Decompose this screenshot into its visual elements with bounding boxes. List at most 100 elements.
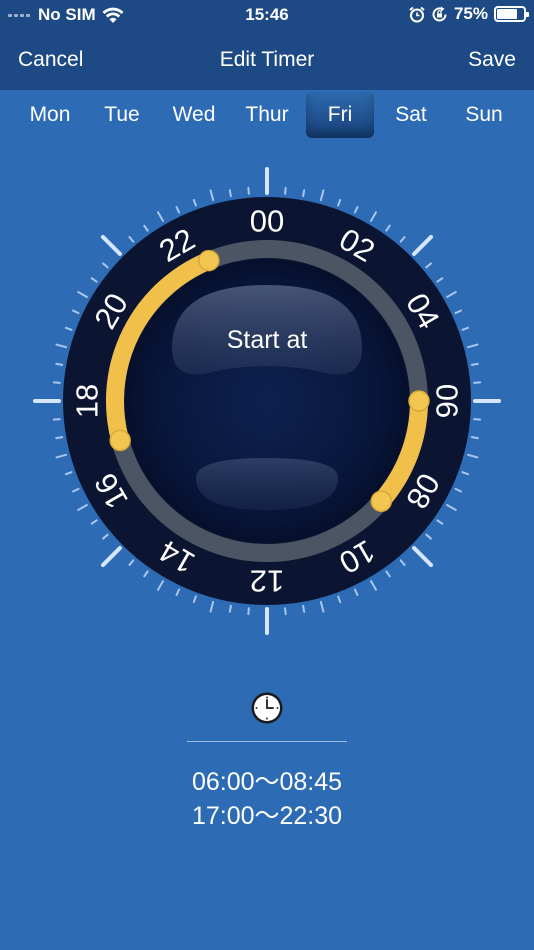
dial-tick [284,607,287,616]
status-right: 75% [409,4,529,24]
schedule-range-2: 17:00～22:30 [191,802,343,830]
day-tab-mon[interactable]: Mon [16,92,84,138]
dial-graphic: Start at 000204060810121416182022 [33,167,501,635]
day-tab-fri[interactable]: Fri [306,92,374,138]
dial-tick [90,519,98,525]
dial-tick [473,381,482,384]
dial-tick [55,436,64,440]
day-tab-tue[interactable]: Tue [88,92,156,138]
dial-tick [319,600,325,613]
dial-center-label: Start at [227,326,308,354]
dial-tick [436,277,444,283]
hour-label-12: 12 [250,564,284,599]
dial-tick [412,546,434,568]
dial-tick [102,533,109,540]
dial-tick [446,291,457,298]
hour-label-18: 18 [70,384,105,418]
dial-tick [470,436,479,440]
dial-tick [157,211,164,222]
schedule-range-1: 06:00～08:45 [191,768,343,796]
dial-tick [412,234,434,256]
hour-label-00: 00 [250,204,284,239]
status-bar: No SIM 15:46 75% [0,0,534,30]
dial-tick [64,471,73,476]
decrement-button[interactable] [196,458,338,510]
dial-tick [102,262,109,269]
dial-tick [284,186,287,195]
dial-tick [209,189,215,202]
dial-tick [461,326,470,331]
battery-icon [494,6,529,22]
dial-tick [385,224,391,232]
dial-tick [466,343,479,349]
dial-tick [77,504,88,511]
dial-tick [446,504,457,511]
dial-tick [175,206,181,214]
dial-tick [353,588,359,596]
dial-tick [52,418,61,421]
dial-tick [302,604,306,613]
dial-tick [425,262,432,269]
segment-1-end-handle[interactable] [370,490,393,512]
dial-tick [302,189,306,198]
dial-tick [192,595,197,604]
page-title: Edit Timer [219,48,315,71]
dial-tick [466,453,479,459]
dial-tick [143,224,149,232]
dial-tick [461,471,470,476]
dial-tick [52,381,61,384]
dial-tick [209,600,215,613]
dial-tick [370,580,377,591]
dial-tick [192,198,197,207]
hour-label-06: 06 [430,384,465,418]
dial-tick [436,519,444,525]
day-tab-sat[interactable]: Sat [377,92,445,138]
dial-tick [128,559,135,566]
dial-tick [425,533,432,540]
dial-tick [55,362,64,366]
day-tab-sun[interactable]: Sun [450,92,518,138]
dial-tick [319,189,325,202]
dial-tick [473,418,482,421]
save-button[interactable]: Save [468,48,516,72]
battery-percent: 75% [453,4,488,23]
dial-tick [353,206,359,214]
divider [187,741,347,742]
orientation-lock-icon [432,6,447,21]
dial-tick [399,559,406,566]
dial-tick [399,236,406,243]
nav-bar: Cancel Edit Timer Save [0,30,534,90]
dial-tick [228,604,232,613]
dial-tick [175,588,181,596]
dial-tick [55,343,68,349]
alarm-icon [409,6,425,22]
dial-tick [454,309,462,315]
dial-tick [247,607,250,616]
dial-tick [72,487,80,493]
day-selector: Mon Tue Wed Thur Fri Sat Sun [0,90,534,142]
dial-tick [470,362,479,366]
dial-tick [72,309,80,315]
dial-tick [143,570,149,578]
segment-2-start-handle[interactable] [109,429,131,452]
dial-tick [77,291,88,298]
dial-tick [228,189,232,198]
dial-tick [454,487,462,493]
dial-tick [157,580,164,591]
dial-tick [100,234,122,256]
battery-fill [497,9,517,19]
dial-tick [128,236,135,243]
dial-tick [337,595,342,604]
day-tab-thur[interactable]: Thur [233,92,301,138]
dial-tick [64,326,73,331]
clock-icon [251,692,283,724]
day-tab-wed[interactable]: Wed [160,92,228,138]
dial-tick [247,186,250,195]
dial-tick [55,453,68,459]
dial-tick [90,277,98,283]
timer-dial[interactable]: Start at 00 02 04 06 08 10 12 14 16 18 20 22 [0,160,534,640]
segment-2-end-handle[interactable] [198,249,220,272]
segment-1-start-handle[interactable] [408,390,430,412]
dial-tick [370,211,377,222]
dial-tick [385,570,391,578]
